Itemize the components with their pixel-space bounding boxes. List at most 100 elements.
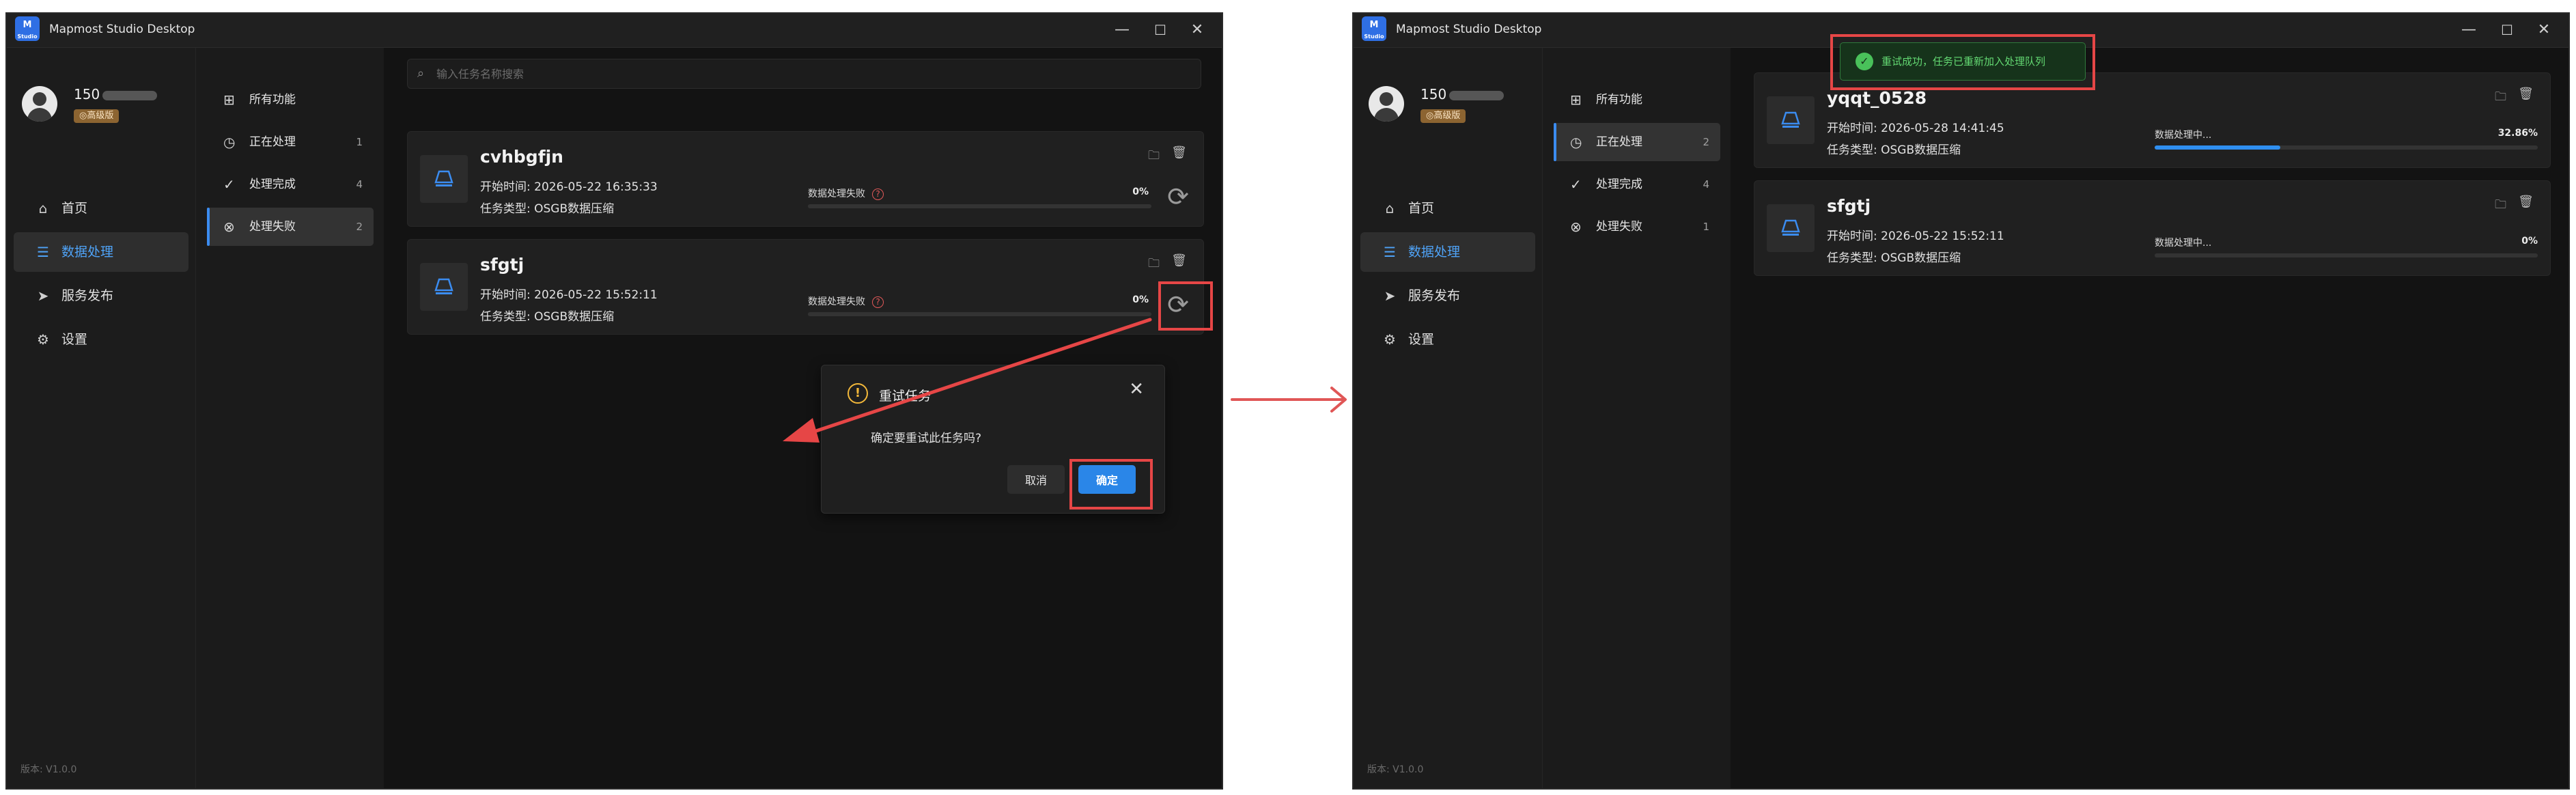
task-type: 任务类型: OSGB数据压缩 — [480, 202, 615, 216]
task-list-area: ⌕ cvhbgfjn 开始时间: 2026-05-22 16:35:33 任务类… — [384, 48, 1222, 788]
gear-icon: ⚙ — [37, 331, 49, 348]
task-percent: 0% — [2521, 236, 2538, 247]
avatar[interactable] — [22, 86, 57, 122]
nav-item-home[interactable]: ⌂ 首页 — [1360, 189, 1535, 228]
send-icon: ➤ — [37, 288, 49, 304]
maximize-button[interactable]: ☐ — [2493, 18, 2521, 42]
task-filter-panel: ⊞ 所有功能 ◷ 正在处理 1 ✓ 处理完成 4 ⊗ 处理失败 2 — [195, 48, 384, 788]
filter-all-functions[interactable]: ⊞ 所有功能 — [207, 81, 374, 119]
task-status: 数据处理中... — [2155, 130, 2212, 141]
filter-processing[interactable]: ◷ 正在处理 2 — [1554, 123, 1720, 161]
filter-failed[interactable]: ⊗ 处理失败 1 — [1554, 208, 1720, 246]
nav-item-home[interactable]: ⌂ 首页 — [14, 189, 188, 228]
nav-item-service-publish[interactable]: ➤ 服务发布 — [1360, 276, 1535, 316]
search-box: ⌕ — [407, 59, 1201, 89]
clock-icon: ◷ — [1570, 134, 1582, 150]
trash-icon[interactable]: 🗑 — [2518, 195, 2534, 209]
task-progress-bar — [2155, 253, 2538, 257]
nav-item-data-processing[interactable]: ☰ 数据处理 — [14, 232, 188, 272]
app-logo-icon: M Studio — [15, 16, 40, 41]
folder-icon[interactable]: 🗀 — [1148, 147, 1160, 167]
task-card: sfgtj 开始时间: 2026-05-22 15:52:11 任务类型: OS… — [407, 239, 1204, 335]
folder-icon[interactable]: 🗀 — [1148, 255, 1160, 275]
retry-icon[interactable]: ⟳ — [1162, 181, 1194, 212]
app-logo-icon: M Studio — [1362, 16, 1386, 41]
minimize-button[interactable]: — — [1108, 18, 1136, 42]
task-filter-panel: ⊞ 所有功能 ◷ 正在处理 2 ✓ 处理完成 4 ⊗ 处理失败 1 — [1542, 48, 1731, 788]
task-name: yqqt_0528 — [1827, 88, 1927, 108]
premium-badge: ◎高级版 — [74, 109, 120, 123]
task-progress-bar — [808, 312, 1151, 316]
minimize-button[interactable]: — — [2455, 18, 2482, 42]
app-window-after: M Studio Mapmost Studio Desktop — ☐ ✕ 150… — [1352, 12, 2570, 790]
help-icon[interactable]: ? — [872, 296, 884, 308]
task-percent: 0% — [1132, 186, 1149, 197]
task-start-time: 开始时间: 2026-05-22 15:52:11 — [1827, 229, 2004, 243]
trash-icon[interactable]: 🗑 — [2518, 87, 2534, 101]
layers-icon — [434, 170, 453, 186]
trash-icon[interactable]: 🗑 — [1171, 145, 1187, 160]
nav-item-service-publish[interactable]: ➤ 服务发布 — [14, 276, 188, 316]
filter-failed[interactable]: ⊗ 处理失败 2 — [207, 208, 374, 246]
close-button[interactable]: ✕ — [2530, 18, 2558, 42]
trash-icon[interactable]: 🗑 — [1171, 253, 1187, 268]
folder-icon[interactable]: 🗀 — [2495, 196, 2506, 216]
task-name: cvhbgfjn — [480, 147, 563, 167]
task-percent: 0% — [1132, 294, 1149, 305]
nav-item-settings[interactable]: ⚙ 设置 — [14, 320, 188, 359]
confirm-button[interactable]: 确定 — [1078, 465, 1136, 494]
home-icon: ⌂ — [1385, 200, 1395, 217]
task-progress-bar — [808, 204, 1151, 208]
help-icon[interactable]: ? — [872, 188, 884, 200]
close-button[interactable]: ✕ — [1184, 18, 1211, 42]
task-name: sfgtj — [480, 255, 524, 275]
send-icon: ➤ — [1384, 288, 1396, 304]
check-circle-icon: ✓ — [223, 176, 235, 193]
task-name: sfgtj — [1827, 196, 1871, 216]
main-nav: ⌂ 首页 ☰ 数据处理 ➤ 服务发布 ⚙ 设置 — [7, 184, 195, 363]
layers-icon — [434, 278, 453, 294]
search-icon: ⌕ — [417, 66, 425, 81]
app-title: Mapmost Studio Desktop — [1396, 23, 1542, 36]
task-start-time: 开始时间: 2026-05-22 15:52:11 — [480, 288, 658, 302]
dialog-title: 重试任务 — [879, 389, 932, 404]
x-circle-icon: ⊗ — [1570, 219, 1582, 235]
task-list-area: yqqt_0528 开始时间: 2026-05-28 14:41:45 任务类型… — [1731, 48, 2568, 788]
nav-item-settings[interactable]: ⚙ 设置 — [1360, 320, 1535, 359]
filter-all-functions[interactable]: ⊞ 所有功能 — [1554, 81, 1720, 119]
maximize-button[interactable]: ☐ — [1147, 18, 1174, 42]
task-percent: 32.86% — [2497, 128, 2538, 139]
flow-arrow-icon — [1231, 387, 1347, 413]
sidebar: 150 ◎高级版 ⌂ 首页 ☰ 数据处理 ➤ 服务发布 ⚙ 设置 版本: V1.0.0 — [1354, 48, 1542, 788]
search-input[interactable] — [436, 59, 1194, 88]
premium-badge: ◎高级版 — [1420, 109, 1466, 123]
task-thumbnail — [1767, 96, 1815, 144]
nav-item-data-processing[interactable]: ☰ 数据处理 — [1360, 232, 1535, 272]
task-card: cvhbgfjn 开始时间: 2026-05-22 16:35:33 任务类型:… — [407, 131, 1204, 227]
layers-icon — [1781, 219, 1800, 236]
task-thumbnail — [420, 155, 468, 203]
task-status: 数据处理失败? — [808, 294, 884, 308]
username: 150 — [74, 86, 158, 102]
home-icon: ⌂ — [38, 200, 48, 217]
app-window-before: M Studio Mapmost Studio Desktop — ☐ ✕ 150… — [5, 12, 1223, 790]
toast-message: 重试成功，任务已重新加入处理队列 — [1881, 55, 2046, 68]
grid-icon: ⊞ — [223, 92, 235, 108]
task-type: 任务类型: OSGB数据压缩 — [1827, 143, 1961, 157]
filter-completed[interactable]: ✓ 处理完成 4 — [1554, 165, 1720, 204]
filter-processing[interactable]: ◷ 正在处理 1 — [207, 123, 374, 161]
task-type: 任务类型: OSGB数据压缩 — [480, 310, 615, 324]
masked-username — [102, 90, 158, 100]
avatar[interactable] — [1369, 86, 1404, 122]
task-progress-bar — [2155, 145, 2538, 150]
x-circle-icon: ⊗ — [223, 219, 235, 235]
folder-icon[interactable]: 🗀 — [2495, 88, 2506, 108]
grid-icon: ⊞ — [1570, 92, 1582, 108]
filter-completed[interactable]: ✓ 处理完成 4 — [207, 165, 374, 204]
retry-icon[interactable]: ⟳ — [1162, 289, 1194, 320]
dialog-close-icon[interactable]: ✕ — [1129, 379, 1144, 400]
success-toast: ✓ 重试成功，任务已重新加入处理队列 — [1840, 42, 2086, 81]
database-icon: ☰ — [1384, 244, 1396, 260]
database-icon: ☰ — [37, 244, 49, 260]
cancel-button[interactable]: 取消 — [1007, 465, 1065, 494]
